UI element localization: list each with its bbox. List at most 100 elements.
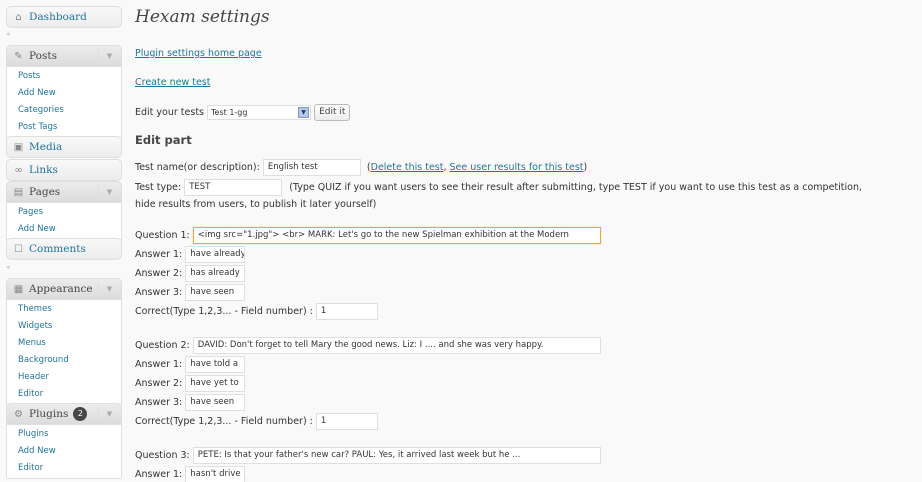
answer-input[interactable]: have seen <box>185 394 246 411</box>
edit-part-heading: Edit part <box>135 133 192 147</box>
paren-close: ) <box>583 162 588 173</box>
edit-it-button[interactable]: Edit it <box>314 104 351 121</box>
menu-dashboard-label: Dashboard <box>29 11 87 23</box>
appearance-icon: ▦ <box>13 283 24 295</box>
edit-tests-label: Edit your tests <box>135 107 204 118</box>
chevron-down-icon[interactable]: ▼ <box>98 184 120 200</box>
answer-input[interactable]: have already <box>185 246 246 263</box>
submenu-item-categories[interactable]: Categories <box>7 102 121 119</box>
answer-label: Answer 1: <box>135 359 183 370</box>
create-test-link[interactable]: Create new test <box>135 77 211 88</box>
answer-input[interactable]: hasn't drive <box>185 466 246 482</box>
test-type-input[interactable]: TEST <box>184 179 283 196</box>
answer-row: Answer 2: has already <box>135 265 246 282</box>
comment-icon: ☐ <box>14 243 23 255</box>
test-type-row: Test type: TEST (Type QUIZ if you want u… <box>135 179 862 196</box>
menu-comments-label: Comments <box>29 243 86 255</box>
test-select[interactable]: Test 1-gg ▼ <box>207 105 312 120</box>
menu-links-label: Links <box>29 164 58 176</box>
user-results-link[interactable]: See user results for this test <box>450 162 584 173</box>
submenu-item-add-new-page[interactable]: Add New <box>7 221 121 238</box>
answer-row: Answer 1: hasn't drive <box>135 466 246 482</box>
answer-row: Answer 1: have already <box>135 246 246 263</box>
submenu-item-header[interactable]: Header <box>7 369 121 386</box>
answer-label: Answer 1: <box>135 249 183 260</box>
menu-plugins-label: Plugins <box>29 408 69 420</box>
submenu-item-post-tags[interactable]: Post Tags <box>7 119 121 136</box>
menu-plugins[interactable]: ⚙ Plugins 2 ▼ <box>6 403 122 425</box>
answer-input[interactable]: has already <box>185 265 246 282</box>
edit-tests-row: Edit your tests Test 1-gg ▼ Edit it <box>135 104 351 121</box>
answer-input[interactable]: have told a <box>185 356 246 373</box>
menu-posts[interactable]: ✎ Posts ▼ <box>6 45 122 67</box>
question-input[interactable]: PETE: Is that your father's new car? PAU… <box>192 447 601 464</box>
answer-label: Answer 3: <box>135 287 183 298</box>
delete-test-link[interactable]: Delete this test <box>371 162 444 173</box>
submenu-item-plugin-editor[interactable]: Editor <box>7 460 121 477</box>
test-select-value: Test 1-gg <box>211 108 248 117</box>
menu-appearance-label: Appearance <box>29 283 93 295</box>
submenu-item-add-new-plugin[interactable]: Add New <box>7 443 121 460</box>
menu-appearance[interactable]: ▦ Appearance ▼ <box>6 278 122 300</box>
submenu-item-background[interactable]: Background <box>7 352 121 369</box>
page-title: Hexam settings <box>135 7 270 27</box>
submenu-item-menus[interactable]: Menus <box>7 335 121 352</box>
correct-label: Correct(Type 1,2,3... - Field number) : <box>135 416 313 427</box>
link-icon: ∞ <box>14 164 23 176</box>
question-row: Question 1: <img src="1.jpg"> <br> MARK:… <box>135 227 601 244</box>
home-icon: ⌂ <box>15 11 22 23</box>
submenu-item-posts[interactable]: Posts <box>7 68 121 85</box>
pin-icon: ✎ <box>14 50 23 62</box>
menu-pages-label: Pages <box>29 186 61 198</box>
admin-sidebar: ⌂ Dashboard ✎ Posts ▼ Posts Add New Cate… <box>0 0 128 482</box>
answer-input[interactable]: have yet to <box>185 375 246 392</box>
menu-media-label: Media <box>29 141 63 153</box>
question-input[interactable]: DAVID: Don't forget to tell Mary the goo… <box>192 337 601 354</box>
menu-pages[interactable]: ▤ Pages ▼ <box>6 181 122 203</box>
question-label: Question 3: <box>135 450 190 461</box>
correct-input[interactable]: 1 <box>315 413 378 430</box>
submenu-item-plugins[interactable]: Plugins <box>7 426 121 443</box>
correct-label: Correct(Type 1,2,3... - Field number) : <box>135 306 313 317</box>
update-count-badge: 2 <box>73 407 88 421</box>
correct-input[interactable]: 1 <box>315 303 378 320</box>
submenu-appearance: Themes Widgets Menus Background Header E… <box>6 300 122 405</box>
test-type-help: (Type QUIZ if you want users to see thei… <box>289 182 863 193</box>
question-row: Question 3: PETE: Is that your father's … <box>135 447 601 464</box>
question-input[interactable]: <img src="1.jpg"> <br> MARK: Let's go to… <box>192 227 601 244</box>
menu-posts-label: Posts <box>29 50 57 62</box>
test-name-label: Test name(or description): <box>135 162 260 173</box>
test-type-label: Test type: <box>135 182 182 193</box>
answer-label: Answer 3: <box>135 397 183 408</box>
test-name-row: Test name(or description): English test … <box>135 159 587 176</box>
chevron-down-icon[interactable]: ▼ <box>98 406 120 422</box>
question-label: Question 2: <box>135 340 190 351</box>
submenu-item-pages[interactable]: Pages <box>7 204 121 221</box>
answer-input[interactable]: have seen <box>185 284 246 301</box>
chevron-down-icon[interactable]: ▼ <box>98 281 120 297</box>
question-row: Question 2: DAVID: Don't forget to tell … <box>135 337 601 354</box>
submenu-item-themes[interactable]: Themes <box>7 301 121 318</box>
test-type-help-continued: hide results from users, to publish it l… <box>135 199 377 210</box>
plug-icon: ⚙ <box>14 408 23 420</box>
menu-comments[interactable]: ☐ Comments <box>6 238 122 260</box>
submenu-posts: Posts Add New Categories Post Tags <box>6 67 122 138</box>
submenu-plugins: Plugins Add New Editor <box>6 425 122 479</box>
menu-dashboard[interactable]: ⌂ Dashboard <box>6 6 122 28</box>
submenu-pages: Pages Add New <box>6 203 122 240</box>
answer-label: Answer 2: <box>135 378 183 389</box>
submenu-item-add-new-post[interactable]: Add New <box>7 85 121 102</box>
menu-media[interactable]: ▣ Media <box>6 136 122 158</box>
menu-links[interactable]: ∞ Links <box>6 159 122 181</box>
answer-row: Answer 3: have seen <box>135 394 246 411</box>
test-name-input[interactable]: English test <box>262 159 361 176</box>
submenu-item-theme-editor[interactable]: Editor <box>7 386 121 403</box>
chevron-down-icon[interactable]: ▼ <box>98 48 120 64</box>
chevron-down-icon[interactable]: ▼ <box>298 107 310 118</box>
question-label: Question 1: <box>135 230 190 241</box>
answer-row: Answer 3: have seen <box>135 284 246 301</box>
answer-label: Answer 2: <box>135 268 183 279</box>
plugin-home-link[interactable]: Plugin settings home page <box>135 48 262 59</box>
answer-row: Answer 1: have told a <box>135 356 246 373</box>
submenu-item-widgets[interactable]: Widgets <box>7 318 121 335</box>
